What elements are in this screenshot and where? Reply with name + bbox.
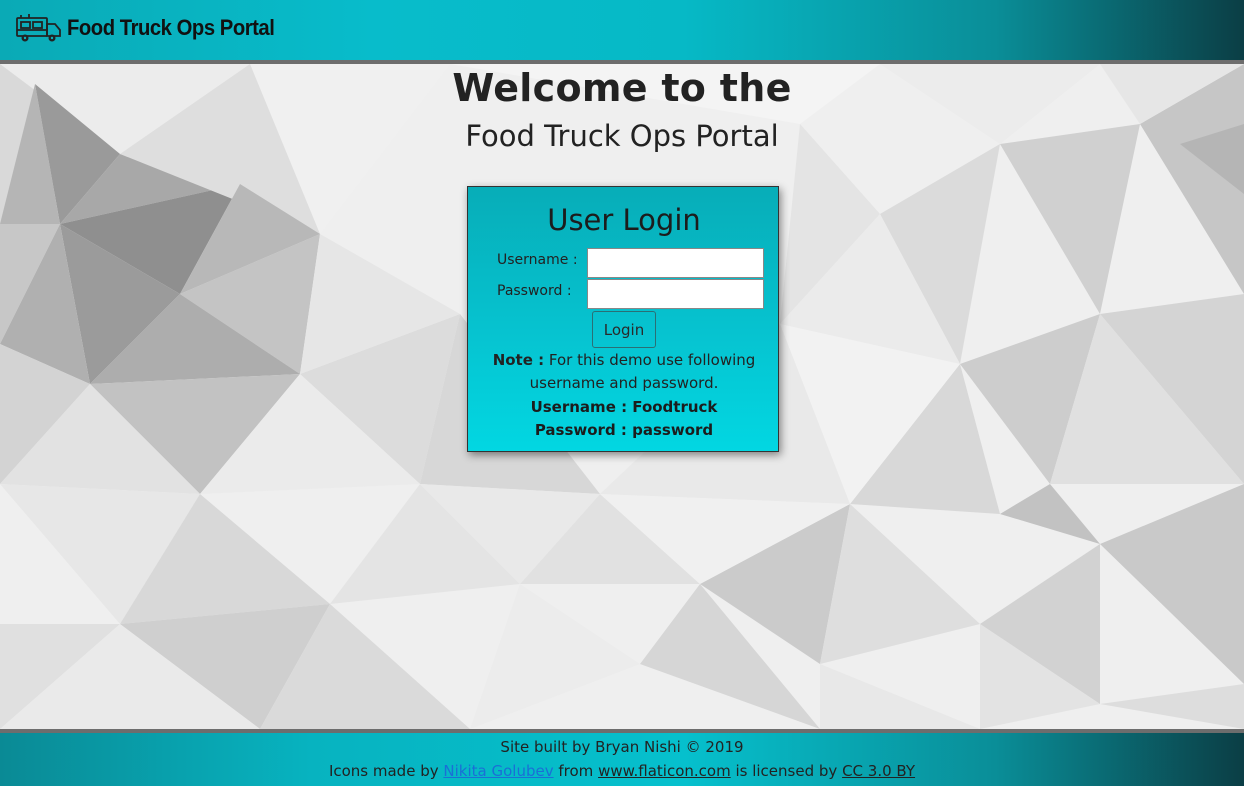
brand-title[interactable]: Food Truck Ops Portal — [67, 15, 275, 41]
username-label: Username : — [497, 252, 578, 268]
demo-password: Password : password — [534, 421, 714, 439]
note-text: For this demo use following username and… — [529, 351, 756, 392]
brand[interactable]: Food Truck Ops Portal — [15, 12, 292, 44]
demo-username: Username : Foodtruck — [530, 398, 718, 416]
password-input[interactable] — [587, 279, 764, 309]
login-button[interactable]: Login — [592, 311, 656, 348]
food-truck-icon — [16, 14, 61, 42]
icons-prefix: Icons made by — [328, 762, 439, 780]
welcome-heading: Welcome to the — [452, 66, 792, 110]
password-label: Password : — [497, 283, 572, 299]
from-text: from — [558, 762, 594, 780]
license-link[interactable]: CC 3.0 BY — [842, 762, 915, 780]
login-title: User Login — [547, 203, 701, 237]
login-card: User Login Username : Password : Login N… — [467, 186, 779, 452]
icon-credits: Icons made by Nikita Golubev from www.fl… — [0, 762, 1244, 780]
flaticon-link[interactable]: www.flaticon.com — [598, 762, 731, 780]
footer: Site built by Bryan Nishi © 2019 Icons m… — [0, 729, 1244, 786]
demo-note: Note : For this demo use following usern… — [488, 349, 760, 395]
licensed-text: is licensed by — [735, 762, 838, 780]
top-navbar: Food Truck Ops Portal — [0, 0, 1244, 64]
username-input[interactable] — [587, 248, 764, 278]
author-link[interactable]: Nikita Golubev — [443, 762, 553, 780]
portal-subheading: Food Truck Ops Portal — [465, 119, 779, 153]
note-prefix: Note : — [492, 351, 545, 369]
built-by-text: Site built by Bryan Nishi © 2019 — [500, 738, 744, 756]
